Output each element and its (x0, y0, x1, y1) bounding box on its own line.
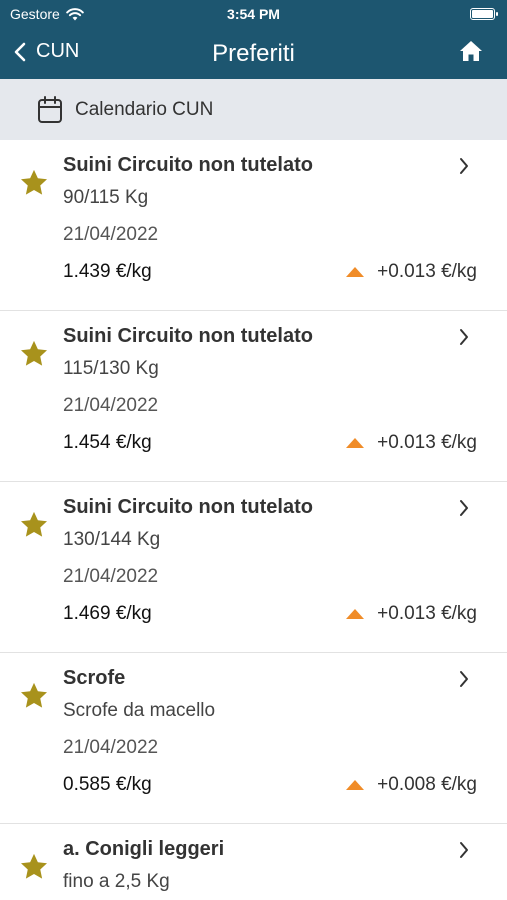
battery-icon (470, 8, 498, 20)
trend-up-icon (346, 609, 365, 619)
favorite-card[interactable]: a. Conigli leggeri fino a 2,5 Kg (0, 824, 507, 900)
price-change: +0.013 €/kg (345, 261, 477, 283)
product-name: Suini Circuito non tutelato (63, 496, 313, 518)
price-change-value: +0.013 €/kg (377, 261, 477, 282)
calendar-cun-button[interactable]: Calendario CUN (0, 79, 507, 140)
product-weight: 90/115 Kg (63, 187, 149, 208)
calendar-label: Calendario CUN (75, 98, 214, 120)
home-button[interactable] (459, 40, 483, 67)
star-icon[interactable] (19, 681, 49, 711)
back-button[interactable]: CUN (14, 40, 79, 63)
product-weight: 130/144 Kg (63, 529, 161, 550)
price-value: 0.585 €/kg (63, 774, 152, 795)
product-name: Scrofe (63, 667, 126, 689)
favorite-card[interactable]: Scrofe Scrofe da macello 21/04/2022 0.58… (0, 653, 507, 824)
product-description: Scrofe da macello (63, 700, 216, 721)
star-icon[interactable] (19, 852, 49, 882)
app-header: Gestore 3:54 PM CUN Preferiti (0, 0, 507, 79)
chevron-left-icon (14, 42, 26, 61)
trend-up-icon (346, 267, 365, 277)
star-icon[interactable] (19, 339, 49, 369)
chevron-right-icon (460, 500, 468, 516)
price-change: +0.013 €/kg (345, 603, 477, 625)
chevron-right-icon (460, 671, 468, 687)
product-weight: 115/130 Kg (63, 358, 159, 379)
trend-up-icon (346, 780, 365, 790)
price-value: 1.439 €/kg (63, 261, 152, 282)
price-value: 1.454 €/kg (63, 432, 152, 453)
star-icon[interactable] (19, 510, 49, 540)
favorite-card[interactable]: Suini Circuito non tutelato 130/144 Kg 2… (0, 482, 507, 653)
calendar-icon (38, 95, 62, 123)
price-date: 21/04/2022 (63, 566, 159, 587)
price-change: +0.008 €/kg (345, 774, 477, 796)
favorite-card[interactable]: Suini Circuito non tutelato 115/130 Kg 2… (0, 311, 507, 482)
home-icon (460, 41, 482, 61)
product-weight: fino a 2,5 Kg (63, 871, 170, 892)
back-label: CUN (36, 40, 80, 62)
status-bar: Gestore 3:54 PM (0, 0, 507, 28)
price-date: 21/04/2022 (63, 224, 159, 245)
price-change-value: +0.013 €/kg (377, 603, 477, 624)
price-value: 1.469 €/kg (63, 603, 152, 624)
chevron-right-icon (460, 329, 468, 345)
chevron-right-icon (460, 158, 468, 174)
price-change-value: +0.013 €/kg (377, 432, 477, 453)
chevron-right-icon (460, 842, 468, 858)
price-date: 21/04/2022 (63, 395, 159, 416)
price-change-value: +0.008 €/kg (377, 774, 477, 795)
product-name: a. Conigli leggeri (63, 838, 225, 860)
favorite-card[interactable]: Suini Circuito non tutelato 90/115 Kg 21… (0, 140, 507, 311)
product-name: Suini Circuito non tutelato (63, 154, 313, 176)
status-time: 3:54 PM (227, 6, 280, 22)
trend-up-icon (346, 438, 365, 448)
star-icon[interactable] (19, 168, 49, 198)
price-date: 21/04/2022 (63, 737, 159, 758)
price-change: +0.013 €/kg (345, 432, 477, 454)
product-name: Suini Circuito non tutelato (63, 325, 313, 347)
